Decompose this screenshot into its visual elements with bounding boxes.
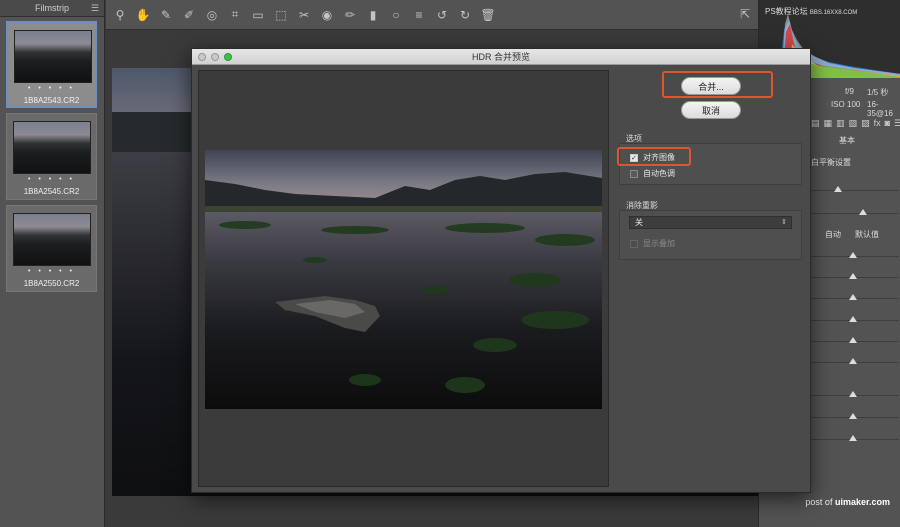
close-window-icon[interactable] <box>198 53 206 61</box>
panel-tabs: ▤ ▦ ▥ ▧ ▨ fx ◙ ☰ <box>811 118 900 129</box>
blacks-slider[interactable] <box>809 358 899 364</box>
lens-readout: 16-35@16 <box>867 100 893 118</box>
white-balance-icon[interactable]: ✎ <box>158 7 174 23</box>
shadows-slider[interactable] <box>809 316 899 322</box>
footer-watermark: post of uimaker.com <box>805 497 890 507</box>
filename-label: 1B8A2550.CR2 <box>23 279 80 288</box>
highlights-slider[interactable] <box>809 294 899 300</box>
tab-icon[interactable]: ▧ <box>849 118 858 129</box>
straighten-icon[interactable]: ▭ <box>250 7 266 23</box>
tab-icon[interactable]: ▥ <box>836 118 845 129</box>
graduated-filter-icon[interactable]: ▮ <box>365 7 381 23</box>
red-eye-icon[interactable]: ◉ <box>319 7 335 23</box>
show-overlay-label: 显示叠加 <box>643 239 675 248</box>
filmstrip-title: Filmstrip <box>35 3 69 13</box>
align-images-row[interactable]: ✓ 对齐图像 <box>630 152 675 163</box>
temperature-slider[interactable] <box>809 186 899 192</box>
zoom-icon[interactable]: ⚲ <box>112 7 128 23</box>
tab-icon[interactable]: ▤ <box>811 118 820 129</box>
hand-icon[interactable]: ✋ <box>135 7 151 23</box>
align-images-checkbox[interactable]: ✓ <box>630 153 638 162</box>
footer-site: uimaker.com <box>834 497 890 507</box>
default-link[interactable]: 默认值 <box>855 229 879 240</box>
align-images-label: 对齐图像 <box>643 153 675 162</box>
rotate-right-icon[interactable]: ↻ <box>457 7 473 23</box>
zoom-window-icon[interactable] <box>224 53 232 61</box>
auto-tone-label: 自动色调 <box>643 169 675 178</box>
transform-icon[interactable]: ⬚ <box>273 7 289 23</box>
show-overlay-row[interactable]: 显示叠加 <box>630 238 675 249</box>
merge-button[interactable]: 合并... <box>681 77 741 95</box>
rating-dots[interactable]: • • • • • <box>7 268 96 275</box>
presets-tab-icon[interactable]: ☰ <box>894 118 900 129</box>
toolbar: ⚲ ✋ ✎ ✐ ◎ ⌗ ▭ ⬚ ✂ ◉ ✏ ▮ ○ ≡ ↺ ↻ 🗑 ⇱ <box>106 0 758 30</box>
color-sampler-icon[interactable]: ✐ <box>181 7 197 23</box>
adjustment-brush-icon[interactable]: ✏ <box>342 7 358 23</box>
thumbnail-image <box>13 213 91 266</box>
camera-raw-window: Filmstrip ☰ • • • • • 1B8A2543.CR2 • • •… <box>0 0 900 527</box>
chevron-updown-icon: ⇕ <box>781 219 787 226</box>
clarity-slider[interactable] <box>809 391 899 397</box>
trash-icon[interactable]: 🗑 <box>480 7 496 23</box>
target-adjust-icon[interactable]: ◎ <box>204 7 220 23</box>
panel-title: 基本 <box>839 136 855 145</box>
dialog-title: HDR 合并预览 <box>472 52 530 62</box>
rotate-left-icon[interactable]: ↺ <box>434 7 450 23</box>
watermark-text: PS教程论坛 <box>765 7 808 16</box>
deghost-value: 关 <box>635 218 643 227</box>
thumbnail-image <box>13 121 91 174</box>
auto-tone-row[interactable]: 自动色调 <box>630 168 675 179</box>
camera-icon[interactable]: ◙ <box>885 118 890 129</box>
exposure-slider[interactable] <box>809 252 899 258</box>
watermark-url: BBS.16XX8.COM <box>809 10 858 16</box>
minimize-window-icon[interactable] <box>211 53 219 61</box>
presets-icon[interactable]: ≡ <box>411 7 427 23</box>
hdr-preview-image <box>205 150 602 409</box>
spot-removal-icon[interactable]: ✂ <box>296 7 312 23</box>
saturation-slider[interactable] <box>809 435 899 441</box>
rating-dots[interactable]: • • • • • <box>7 176 96 183</box>
iso-readout: ISO 100 <box>831 100 861 109</box>
auto-tone-checkbox[interactable] <box>630 169 638 178</box>
tab-icon[interactable]: ▨ <box>861 118 870 129</box>
filmstrip-header: Filmstrip ☰ <box>0 0 104 17</box>
dialog-titlebar: HDR 合并预览 <box>192 49 810 65</box>
filename-label: 1B8A2545.CR2 <box>23 187 80 196</box>
vibrance-slider[interactable] <box>809 413 899 419</box>
filmstrip-item[interactable]: • • • • • 1B8A2550.CR2 <box>6 205 97 292</box>
tint-slider[interactable] <box>809 209 899 215</box>
contrast-slider[interactable] <box>809 273 899 279</box>
whites-slider[interactable] <box>809 337 899 343</box>
filmstrip-panel: Filmstrip ☰ • • • • • 1B8A2543.CR2 • • •… <box>0 0 105 527</box>
deghost-select[interactable]: 关 ⇕ <box>629 216 792 229</box>
filmstrip-item[interactable]: • • • • • 1B8A2543.CR2 <box>6 21 97 108</box>
crop-icon[interactable]: ⌗ <box>227 7 243 23</box>
radial-filter-icon[interactable]: ○ <box>388 7 404 23</box>
open-preferences-icon[interactable]: ⇱ <box>740 7 750 21</box>
footer-prefix: post of <box>805 497 833 507</box>
filmstrip-item[interactable]: • • • • • 1B8A2545.CR2 <box>6 113 97 200</box>
tab-icon[interactable]: ▦ <box>824 118 833 129</box>
show-overlay-checkbox[interactable] <box>630 239 638 248</box>
cancel-button[interactable]: 取消 <box>681 101 741 119</box>
white-balance-label: 白平衡设置 <box>811 158 851 167</box>
aperture-readout: f/9 <box>845 87 854 96</box>
landscape-photo <box>205 150 602 409</box>
window-controls <box>198 53 232 61</box>
hamburger-icon[interactable]: ☰ <box>91 3 99 14</box>
hdr-preview-area <box>198 70 609 487</box>
auto-link[interactable]: 自动 <box>825 229 841 240</box>
filename-label: 1B8A2543.CR2 <box>23 96 80 105</box>
shutter-readout: 1/5 秒 <box>867 88 889 97</box>
rating-dots[interactable]: • • • • • <box>8 85 95 92</box>
thumbnail-image <box>14 30 92 83</box>
fx-icon[interactable]: fx <box>874 118 881 129</box>
hdr-merge-dialog: HDR 合并预览 合并... 取消 选项 ✓ 对齐图像 自动色调 消除重影 关 … <box>191 48 811 493</box>
